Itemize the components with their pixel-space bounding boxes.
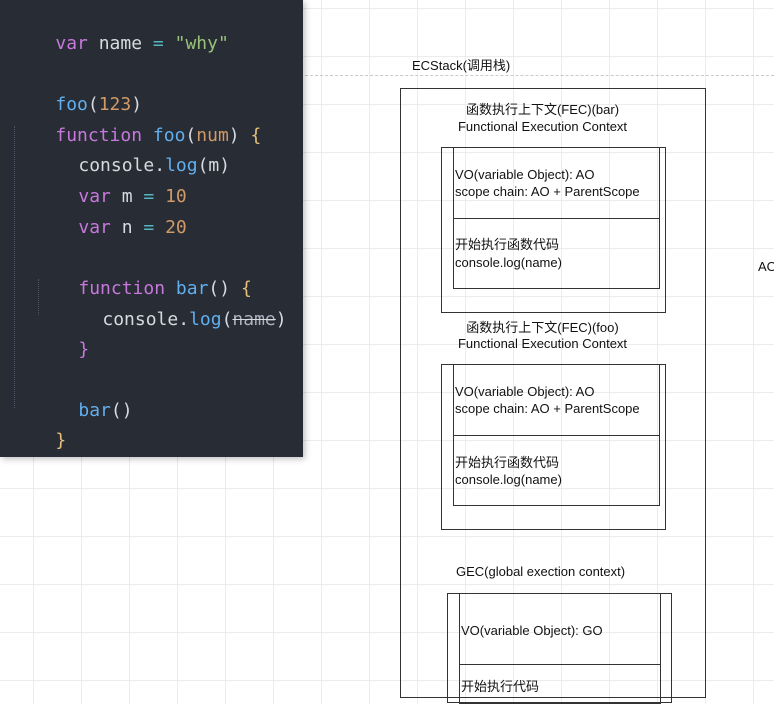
bar-exec-text: 开始执行函数代码 <box>455 237 560 252</box>
code-function-call: bar <box>78 400 111 421</box>
foo-scope-text: scope chain: AO + ParentScope <box>455 401 640 416</box>
code-identifier: n <box>121 217 133 238</box>
code-paren: ) <box>228 125 240 146</box>
code-line-6: var n = 20 <box>35 189 186 238</box>
code-line-2: foo(123) <box>12 66 142 115</box>
bar-exec-code: console.log(name) <box>455 255 562 270</box>
foo-exec-text: 开始执行函数代码 <box>455 455 560 470</box>
bar-vo-text: VO(variable Object): AO <box>455 167 595 182</box>
code-line-3: function foo(num) { <box>12 97 261 146</box>
code-object: console <box>102 309 179 330</box>
code-operator: = <box>143 217 155 238</box>
code-line-8: console.log(name) <box>59 281 286 330</box>
code-number: 20 <box>165 217 187 238</box>
code-string: "why" <box>174 33 229 54</box>
code-paren: ( <box>221 309 233 330</box>
code-line-9: } <box>35 311 89 360</box>
code-argument-struck: name <box>232 309 276 330</box>
code-line-10: bar() <box>35 372 132 421</box>
foo-context-subtitle: Functional Execution Context <box>457 336 628 351</box>
code-line-4: console.log(m) <box>35 127 230 176</box>
foo-vo-text: VO(variable Object): AO <box>455 384 595 399</box>
code-identifier: name <box>98 33 143 54</box>
code-brace: } <box>78 339 90 360</box>
code-paren: () <box>110 400 133 421</box>
foo-context-title: 函数执行上下文(FEC)(foo) <box>466 320 619 335</box>
bar-context-subtitle: Functional Execution Context <box>457 119 628 134</box>
code-paren: ) <box>275 309 287 330</box>
code-brace: { <box>250 125 262 146</box>
code-line-11: } <box>12 402 66 451</box>
ecstack-title: ECStack(调用栈) <box>412 58 511 73</box>
bar-scope-text: scope chain: AO + ParentScope <box>455 184 640 199</box>
code-paren: ( <box>197 155 209 176</box>
code-dot: . <box>178 309 190 330</box>
code-line-5: var m = 10 <box>35 158 186 207</box>
code-paren: ) <box>219 155 231 176</box>
code-brace: } <box>55 430 67 451</box>
right-edge-label: AO <box>758 259 774 274</box>
code-argument: m <box>208 155 220 176</box>
code-line-1: var name = "why" <box>12 5 228 54</box>
gec-vo-text: VO(variable Object): GO <box>461 623 603 638</box>
code-keyword: var <box>55 33 88 54</box>
canvas-dashed-guide <box>300 75 774 76</box>
gec-title: GEC(global exection context) <box>456 564 626 579</box>
foo-exec-code: console.log(name) <box>455 472 562 487</box>
code-keyword: var <box>78 217 111 238</box>
code-line-7: function bar() { <box>35 250 251 299</box>
code-method: log <box>189 309 222 330</box>
bar-context-title: 函数执行上下文(FEC)(bar) <box>465 102 620 117</box>
code-operator: = <box>152 33 164 54</box>
code-editor-panel[interactable]: var name = "why" foo(123) function foo(n… <box>0 0 303 457</box>
